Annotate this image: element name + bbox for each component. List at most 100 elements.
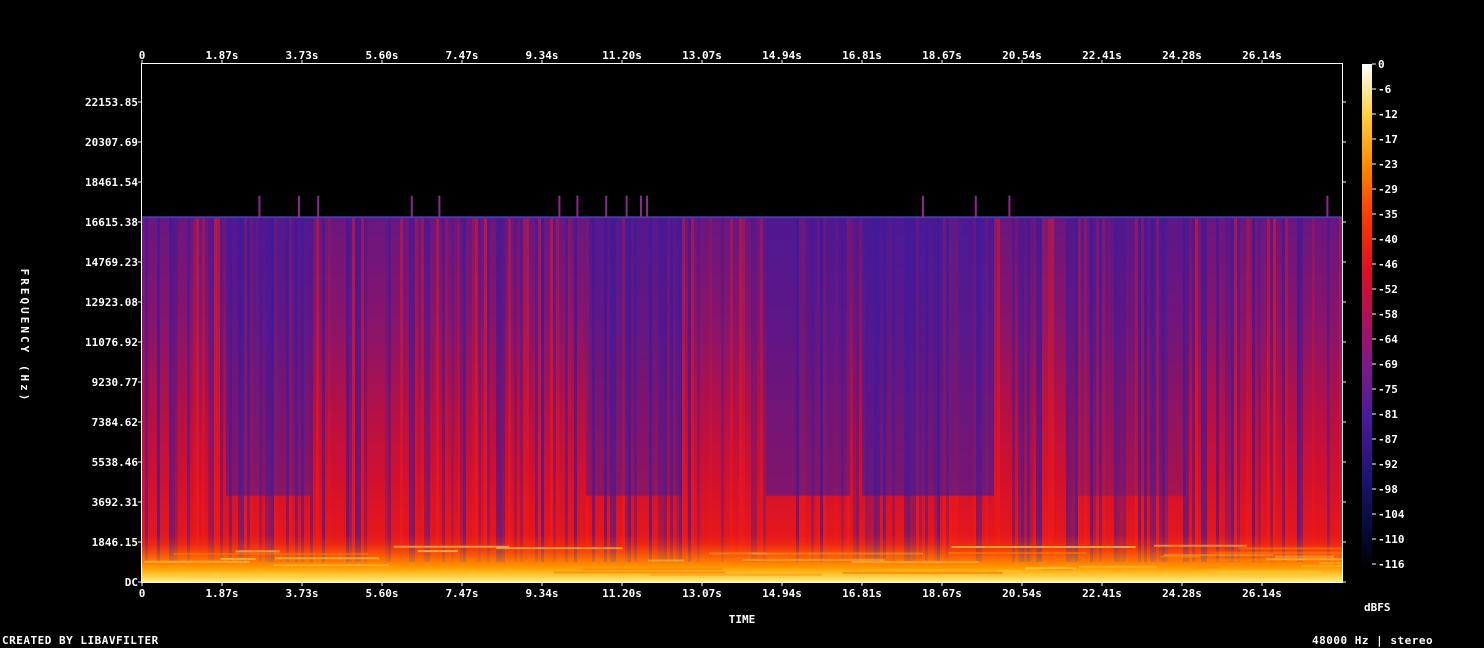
transient-spike: [1326, 195, 1329, 218]
spectrum-column: [1237, 217, 1240, 562]
transient-spike: [625, 195, 628, 218]
spectrum-column: [520, 217, 523, 562]
quiet-region: [586, 217, 682, 496]
y-tick-label: 18461.54: [85, 176, 138, 189]
spectrum-column: [421, 217, 424, 562]
spectrum-column: [409, 217, 412, 562]
spectrum-column: [211, 217, 214, 562]
spectrum-column: [1045, 217, 1048, 562]
spectrum-column: [1300, 217, 1303, 562]
spectrum-column: [412, 217, 415, 562]
spectrum-column: [496, 217, 499, 562]
spectrogram-chart: 0 1.87s 3.73s 5.60s 7.47s 9.34s 11.20s 13.07s 14…: [18, 49, 1405, 626]
spectrum-column: [1072, 217, 1075, 562]
tonal-line: [1209, 551, 1342, 554]
spectrum-column: [535, 217, 538, 562]
spectrum-column: [472, 217, 475, 562]
x-tick-label-top: 5.60s: [365, 49, 398, 62]
tonal-line: [1079, 565, 1157, 568]
spectrum-column: [322, 217, 325, 562]
spectrum-column: [385, 217, 388, 562]
x-tick-label-top: 14.94s: [762, 49, 802, 62]
x-tick-label-bottom: 3.73s: [285, 587, 318, 600]
spectrum-column: [457, 217, 460, 562]
x-tick-label-bottom: 0: [139, 587, 146, 600]
spectrum-column: [739, 217, 742, 562]
spectrum-column: [1201, 217, 1204, 562]
spectrum-column: [688, 217, 691, 562]
spectrum-column: [172, 217, 175, 562]
spectrum-column: [1186, 217, 1189, 562]
spectrum-column: [523, 217, 526, 562]
spectrum-column: [1036, 217, 1039, 562]
colorbar-tick-label: -116: [1378, 558, 1405, 571]
spectrum-column: [499, 217, 502, 562]
spectrum-column: [1051, 217, 1054, 562]
spectrum-column: [310, 217, 313, 562]
tonal-line: [1163, 554, 1274, 557]
colorbar-tick-label: -6: [1378, 83, 1392, 96]
spectrum-column: [1075, 217, 1078, 562]
spectrum-column: [574, 217, 577, 562]
spectrum-column: [697, 217, 700, 562]
spectrum-column: [364, 217, 367, 562]
spectrum-column: [565, 217, 568, 562]
transient-spike: [922, 195, 924, 218]
tonal-line: [650, 573, 822, 576]
spectrum-column: [424, 217, 427, 562]
x-tick-label-top: 16.81s: [842, 49, 882, 62]
colorbar-tick-label: 0: [1378, 58, 1385, 71]
colorbar-tick-label: -87: [1378, 433, 1398, 446]
spectrum-column: [415, 217, 418, 562]
spectrum-column: [346, 217, 349, 562]
x-tick-label-bottom: 14.94s: [762, 587, 802, 600]
tonal-line: [1025, 567, 1077, 570]
spectrum-column: [358, 217, 361, 562]
x-tick-label-bottom: 22.41s: [1082, 587, 1122, 600]
cutoff-edge: [142, 216, 1342, 219]
spectrum-column: [355, 217, 358, 562]
spectrum-column: [1204, 217, 1207, 562]
spectrum-column: [214, 217, 217, 562]
colorbar-tick-label: -17: [1378, 133, 1398, 146]
colorbar-tick-label: -23: [1378, 158, 1398, 171]
transient-spike: [640, 195, 642, 218]
colorbar-tick-label: -52: [1378, 283, 1398, 296]
spectrum-column: [487, 217, 490, 562]
x-tick-label-top: 26.14s: [1242, 49, 1282, 62]
x-tick-label-top: 18.67s: [922, 49, 962, 62]
spectrum-column: [1234, 217, 1237, 562]
x-tick-label-bottom: 9.34s: [525, 587, 558, 600]
x-tick-label-bottom: 16.81s: [842, 587, 882, 600]
tonal-line: [751, 552, 923, 555]
colorbar-title: dBFS: [1364, 601, 1391, 614]
spectrum-column: [754, 217, 757, 562]
spectrum-column: [1192, 217, 1195, 562]
spectrum-column: [1252, 217, 1255, 562]
tonal-line: [951, 546, 1136, 549]
tonal-line: [1238, 547, 1342, 550]
spectrum-column: [709, 217, 712, 562]
y-tick-label: 14769.23: [85, 256, 138, 269]
colorbar-tick-label: -29: [1378, 183, 1398, 196]
y-axis-left: DC 1846.15 3692.31 5538.46 7384.62 9230.77 110…: [85, 96, 142, 589]
tonal-line: [1197, 566, 1220, 569]
transient-spike: [317, 195, 320, 218]
spectrum-column: [853, 217, 856, 562]
colorbar-tick-label: -46: [1378, 258, 1398, 271]
colorbar-tick-label: -92: [1378, 458, 1398, 471]
spectrum-column: [349, 217, 352, 562]
colorbar-ticks: 0 -6 -12 -17 -23 -29 -35 -40 -46 -52 -58 -64 -69 -75 -…: [1372, 58, 1405, 571]
colorbar-tick-label: -35: [1378, 208, 1398, 221]
tonal-line: [220, 557, 256, 560]
spectrum-column: [388, 217, 391, 562]
spectrum-column: [763, 217, 766, 562]
colorbar-tick-label: -58: [1378, 308, 1398, 321]
spectrum-column: [994, 217, 997, 562]
y-tick-label: 7384.62: [92, 416, 138, 429]
spectrum-column: [1282, 217, 1285, 562]
tonal-line: [496, 547, 623, 550]
tonal-line: [274, 564, 389, 567]
colorbar-tick-label: -81: [1378, 408, 1398, 421]
spectrum-column: [541, 217, 544, 562]
